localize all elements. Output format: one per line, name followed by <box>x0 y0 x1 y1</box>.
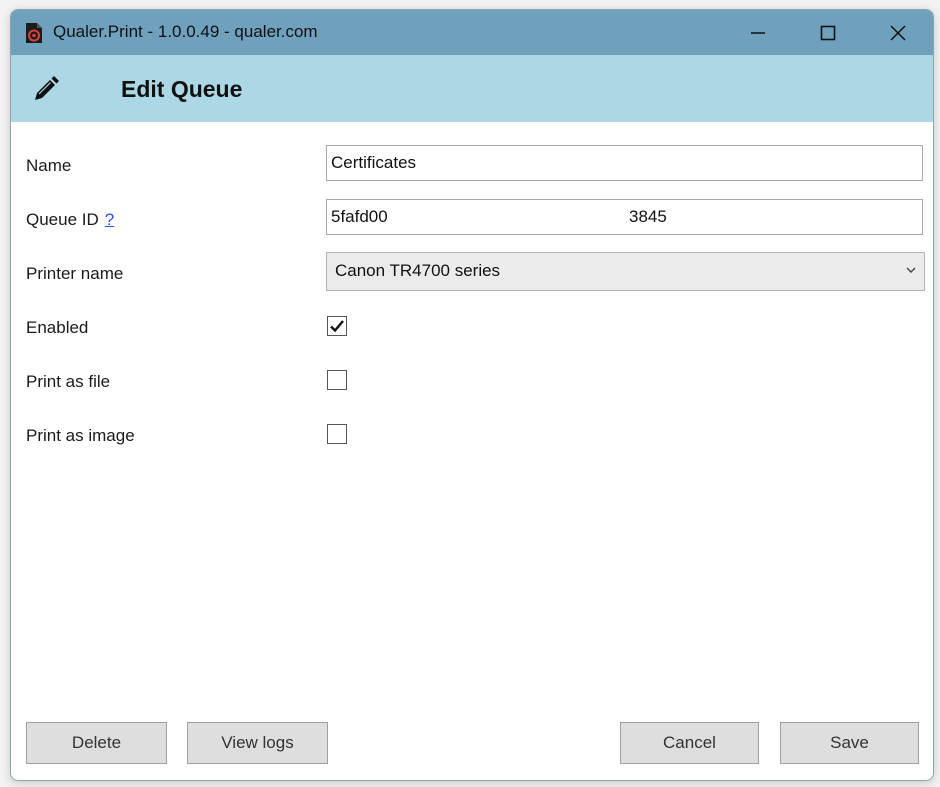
cancel-button[interactable]: Cancel <box>620 722 759 764</box>
checkmark-icon <box>330 320 344 333</box>
enabled-label: Enabled <box>26 318 89 337</box>
app-icon <box>26 23 42 43</box>
queue-id-value-end: 3845 <box>629 207 667 226</box>
name-input[interactable]: Certificates <box>326 145 923 181</box>
print-as-image-label: Print as image <box>26 426 135 445</box>
queue-id-help-link[interactable]: ? <box>105 210 114 229</box>
page-header: Edit Queue <box>11 55 933 122</box>
printer-name-value: Canon TR4700 series <box>335 261 501 280</box>
name-value: Certificates <box>331 153 417 172</box>
page-title: Edit Queue <box>121 76 243 102</box>
title-bar[interactable]: Qualer.Print - 1.0.0.49 - qualer.com <box>11 10 933 55</box>
window-title: Qualer.Print - 1.0.0.49 - qualer.com <box>53 22 318 41</box>
chevron-down-icon <box>906 267 916 273</box>
queue-id-label-text: Queue ID <box>26 210 99 229</box>
printer-name-select[interactable]: Canon TR4700 series <box>326 252 925 291</box>
delete-button[interactable]: Delete <box>26 722 167 764</box>
name-label: Name <box>26 156 72 175</box>
print-as-file-label: Print as file <box>26 372 111 391</box>
minimize-icon <box>751 31 765 34</box>
edit-queue-window: Qualer.Print - 1.0.0.49 - qualer.com Edi… <box>10 9 934 781</box>
queue-id-input[interactable]: 5fafd00 3845 <box>326 199 923 235</box>
close-icon <box>890 24 906 41</box>
close-button[interactable] <box>863 10 933 55</box>
print-as-image-checkbox[interactable] <box>327 424 347 444</box>
enabled-checkbox[interactable] <box>327 316 347 336</box>
maximize-icon <box>820 25 836 40</box>
view-logs-button[interactable]: View logs <box>187 722 328 764</box>
pencil-icon <box>35 76 59 100</box>
print-as-file-checkbox[interactable] <box>327 370 347 390</box>
save-button[interactable]: Save <box>780 722 919 764</box>
maximize-button[interactable] <box>793 10 863 55</box>
minimize-button[interactable] <box>723 10 793 55</box>
printer-name-label: Printer name <box>26 264 124 283</box>
queue-id-value: 5fafd00 <box>331 207 388 226</box>
queue-id-label: Queue ID? <box>26 209 114 231</box>
